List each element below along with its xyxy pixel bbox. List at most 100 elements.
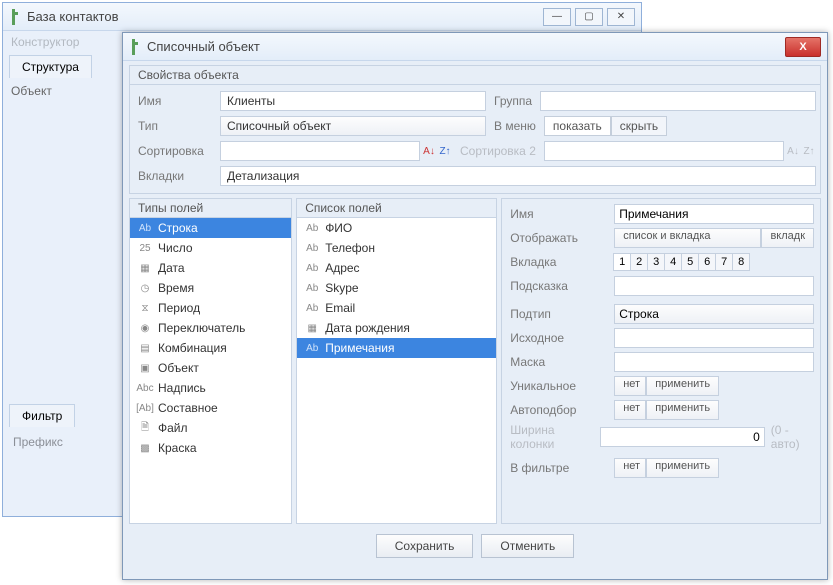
dlg-title: Списочный объект [147,39,785,54]
bg-tab-structure[interactable]: Структура [9,55,92,78]
fields-list: AbФИОAbТелефонAbАдресAbSkypeAbEmail▦Дата… [297,218,496,523]
tabs-input[interactable] [220,166,816,186]
r-tab-label: Вкладка [508,255,614,269]
bg-filter-tab[interactable]: Фильтр [9,404,75,427]
close-icon[interactable]: X [785,37,821,57]
type-item-label: Надпись [158,381,206,395]
minimize-button[interactable]: — [543,8,571,26]
r-default-input[interactable] [614,328,814,348]
color-icon: ▩ [138,441,152,455]
file-icon: 🗎 [138,421,152,435]
field-item-label: Адрес [325,261,359,275]
tab-num-2[interactable]: 2 [630,253,648,271]
maximize-button[interactable]: ▢ [575,8,603,26]
close-button[interactable]: ✕ [607,8,635,26]
r-display-btn[interactable]: вкладк [761,228,814,248]
str-icon: Ab [305,341,319,355]
app-icon [129,39,141,55]
r-hint-input[interactable] [614,276,814,296]
sort-asc-icon[interactable]: A↓ [422,142,436,160]
type-item-num[interactable]: 25Число [130,238,291,258]
field-item[interactable]: AbФИО [297,218,496,238]
tab-num-3[interactable]: 3 [647,253,665,271]
type-item-label[interactable]: AbcНадпись [130,378,291,398]
tab-num-6[interactable]: 6 [698,253,716,271]
inmenu-hide[interactable]: скрыть [611,116,667,136]
tab-num-8[interactable]: 8 [732,253,750,271]
field-item[interactable]: AbSkype [297,278,496,298]
field-item[interactable]: AbТелефон [297,238,496,258]
dlg-titlebar: Списочный объект X [123,33,827,61]
type-item-compound[interactable]: [Ab]Составное [130,398,291,418]
r-subtype-value[interactable]: Строка [614,304,814,324]
type-item-time[interactable]: ◷Время [130,278,291,298]
type-item-str[interactable]: AbСтрока [130,218,291,238]
type-item-switch[interactable]: ◉Переключатель [130,318,291,338]
r-mask-label: Маска [508,355,614,369]
r-display-value[interactable]: список и вкладка [614,228,761,248]
inmenu-show[interactable]: показать [544,116,611,136]
r-unique-apply[interactable]: применить [646,376,719,396]
sort2-input[interactable] [544,141,784,161]
type-item-obj[interactable]: ▣Объект [130,358,291,378]
group-input[interactable] [540,91,816,111]
sort2-desc-icon[interactable]: Z↑ [802,142,816,160]
tab-num-7[interactable]: 7 [715,253,733,271]
inmenu-label: В меню [486,119,544,133]
sort2-asc-icon[interactable]: A↓ [786,142,800,160]
fields-title: Список полей [297,199,496,218]
type-item-combo[interactable]: ▤Комбинация [130,338,291,358]
compound-icon: [Ab] [138,401,152,415]
name-input[interactable] [220,91,486,111]
type-item-period[interactable]: ⧖Период [130,298,291,318]
field-types-panel: Типы полей AbСтрока25Число▦Дата◷Время⧖Пе… [129,198,292,524]
r-name-input[interactable] [614,204,814,224]
r-auto-apply[interactable]: применить [646,400,719,420]
field-item-label: Email [325,301,355,315]
tab-num-1[interactable]: 1 [613,253,631,271]
list-object-dialog: Списочный объект X Свойства объекта Имя … [122,32,828,580]
r-colw-hint: (0 - авто) [765,423,814,451]
r-unique-label: Уникальное [508,379,614,393]
str-icon: Ab [305,281,319,295]
r-colw-input[interactable] [600,427,765,447]
num-icon: 25 [138,241,152,255]
field-item[interactable]: AbПримечания [297,338,496,358]
field-item[interactable]: ▦Дата рождения [297,318,496,338]
sort-desc-icon[interactable]: Z↑ [438,142,452,160]
field-item[interactable]: AbАдрес [297,258,496,278]
field-item[interactable]: AbEmail [297,298,496,318]
bg-prefix-label: Префикс [13,435,63,449]
r-filter-label: В фильтре [508,461,614,475]
tab-num-5[interactable]: 5 [681,253,699,271]
main-area: Типы полей AbСтрока25Число▦Дата◷Время⧖Пе… [129,198,821,524]
obj-icon: ▣ [138,361,152,375]
sort2-label: Сортировка 2 [452,144,544,158]
type-item-color[interactable]: ▩Краска [130,438,291,458]
str-icon: Ab [305,241,319,255]
date-icon: ▦ [305,321,319,335]
combo-icon: ▤ [138,341,152,355]
dialog-buttons: Сохранить Отменить [123,528,827,564]
tab-numbers: 12345678 [614,253,750,271]
r-mask-input[interactable] [614,352,814,372]
type-item-date[interactable]: ▦Дата [130,258,291,278]
tab-num-4[interactable]: 4 [664,253,682,271]
type-label: Тип [134,119,220,133]
sort2-buttons: A↓ Z↑ [786,142,816,160]
cancel-button[interactable]: Отменить [481,534,574,558]
r-auto-value[interactable]: нет [614,400,646,420]
type-item-file[interactable]: 🗎Файл [130,418,291,438]
save-button[interactable]: Сохранить [376,534,474,558]
field-item-label: ФИО [325,221,352,235]
inmenu-toggle[interactable]: показать скрыть [544,116,667,136]
sort-input[interactable] [220,141,420,161]
r-unique-value[interactable]: нет [614,376,646,396]
bg-title: База контактов [27,9,543,24]
bg-object-label: Объект [11,84,52,98]
types-title: Типы полей [130,199,291,218]
r-filter-value[interactable]: нет [614,458,646,478]
r-filter-apply[interactable]: применить [646,458,719,478]
r-auto-label: Автоподбор [508,403,614,417]
group-label: Группа [486,94,540,108]
